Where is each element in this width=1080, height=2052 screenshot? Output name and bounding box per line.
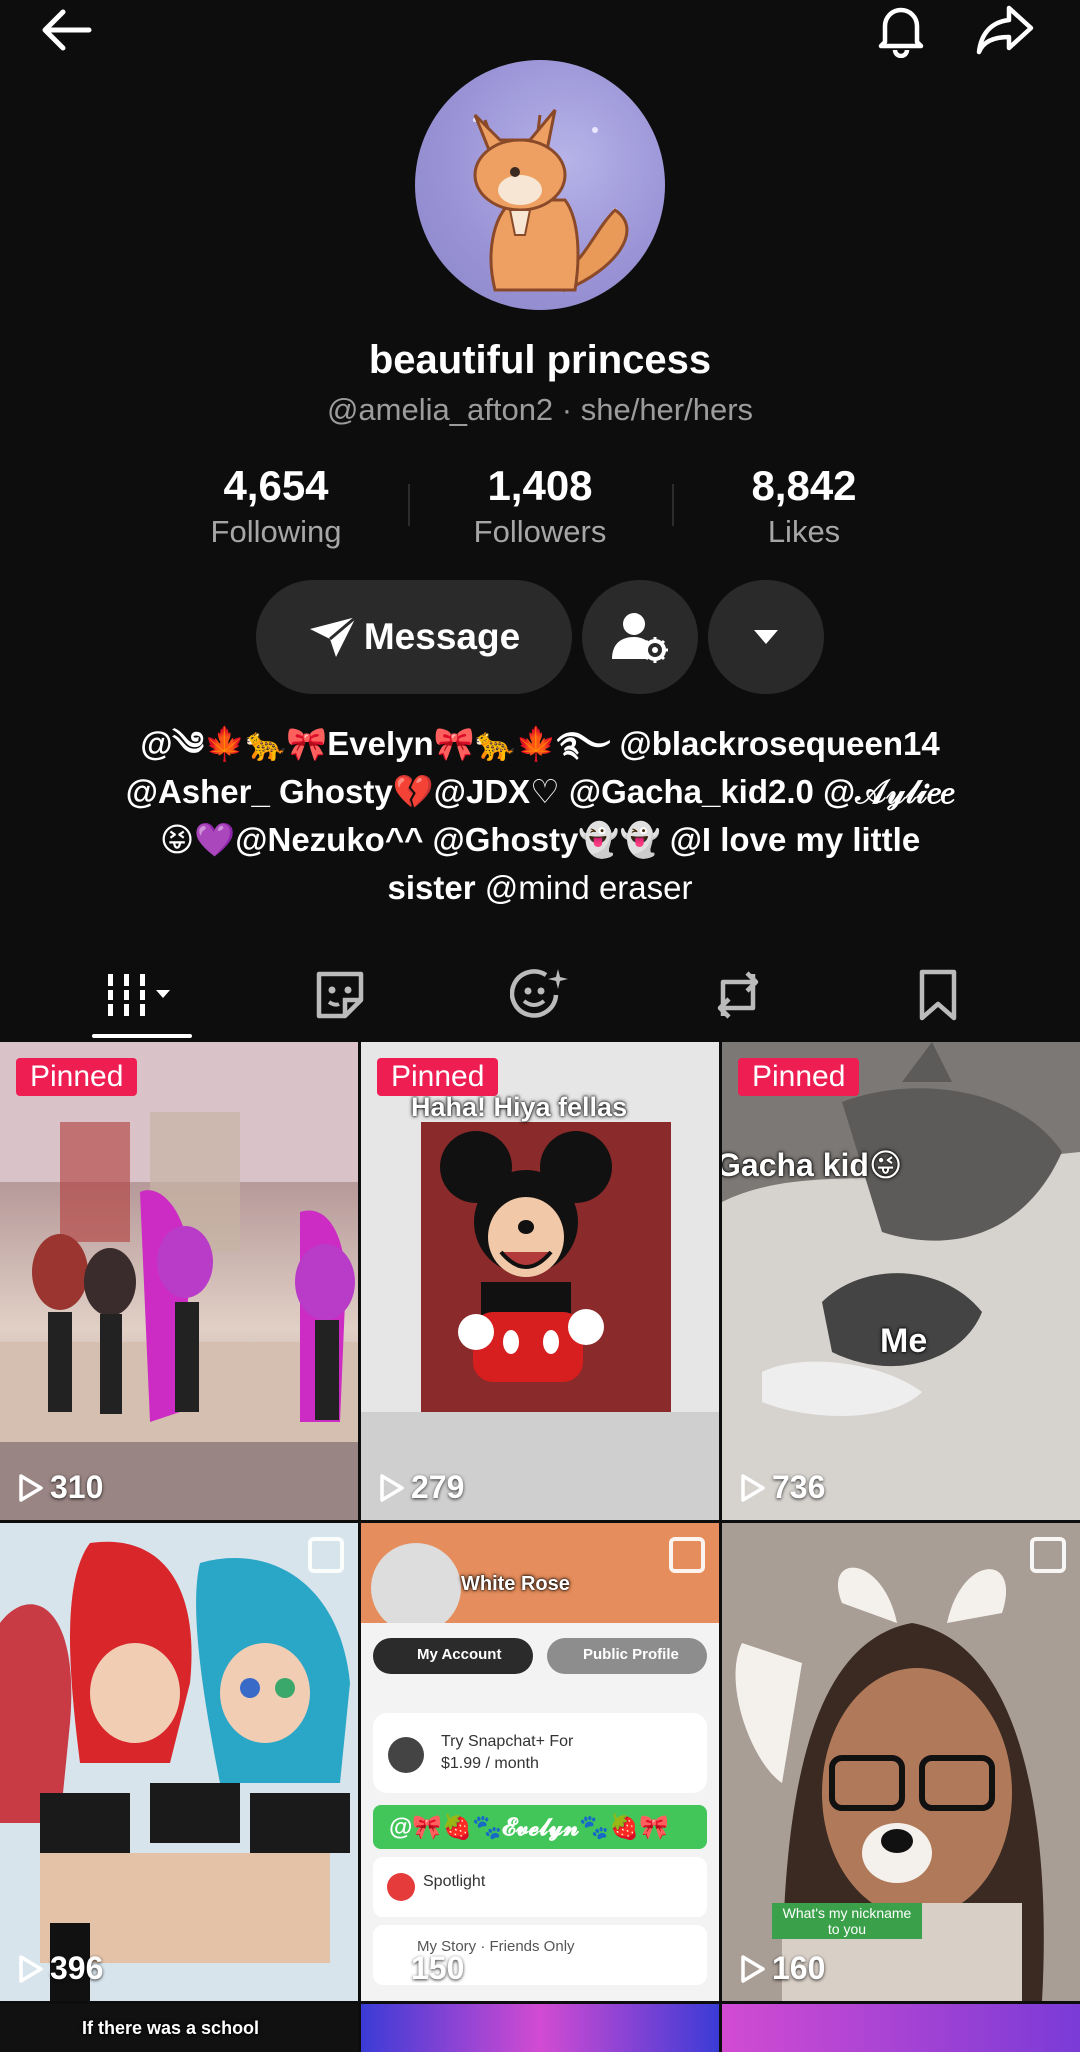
view-count: 310 bbox=[18, 1469, 103, 1506]
video-thumbnail[interactable] bbox=[722, 2004, 1080, 2052]
video-thumbnail[interactable] bbox=[361, 2004, 719, 2052]
gacha-characters-image bbox=[0, 1523, 358, 2001]
profile-actions: Message bbox=[0, 580, 1080, 695]
display-name: beautiful princess bbox=[368, 338, 712, 382]
video-thumbnail[interactable]: What's my nickname to you 160 bbox=[722, 1523, 1080, 2001]
followers-stat[interactable]: 1,408 Followers bbox=[420, 462, 660, 550]
view-count-value: 160 bbox=[772, 1950, 826, 1986]
caret-down-icon bbox=[754, 630, 778, 644]
send-plane-icon bbox=[309, 615, 357, 657]
view-count: 160 bbox=[740, 1950, 825, 1987]
view-count: 279 bbox=[379, 1469, 464, 1506]
pinned-badge: Pinned bbox=[16, 1058, 138, 1096]
video-thumbnail[interactable]: 396 bbox=[0, 1523, 358, 2001]
cat-photo-image bbox=[722, 1042, 1080, 1520]
more-options-dropdown-button[interactable] bbox=[708, 580, 824, 694]
profile-tabs bbox=[0, 950, 1080, 1040]
video-caption: Haha! Hiya fellas bbox=[411, 1092, 628, 1122]
fox-drawing-avatar-image bbox=[473, 109, 629, 293]
tab-liked[interactable] bbox=[470, 950, 610, 1040]
share-arrow-icon bbox=[976, 5, 1034, 55]
back-button[interactable] bbox=[30, 0, 100, 60]
tab-saved[interactable] bbox=[868, 950, 1008, 1040]
view-count-value: 150 bbox=[411, 1950, 465, 1986]
tab-reposts[interactable] bbox=[668, 950, 808, 1040]
bio-line: sister @mind eraser bbox=[60, 864, 1020, 912]
share-button[interactable] bbox=[970, 0, 1040, 60]
tab-favorites[interactable] bbox=[270, 950, 410, 1040]
top-bar bbox=[0, 0, 1080, 60]
grid-columns-icon bbox=[108, 974, 170, 1016]
view-count: 736 bbox=[740, 1469, 825, 1506]
view-count-value: 279 bbox=[411, 1469, 465, 1505]
message-button-label: Message bbox=[363, 616, 521, 657]
play-outline-icon bbox=[19, 1954, 43, 1983]
view-count: 396 bbox=[18, 1950, 103, 1987]
bio-line: 😝💜@Nezuko^^ @Ghosty👻👻 @I love my little bbox=[159, 821, 921, 858]
likes-count: 8,842 bbox=[751, 462, 857, 509]
bookmark-icon bbox=[919, 969, 957, 1021]
bio-mention: @mind eraser bbox=[475, 869, 693, 906]
likes-stat[interactable]: 8,842 Likes bbox=[684, 462, 924, 550]
profile-card-title: White Rose bbox=[461, 1573, 570, 1595]
view-count-value: 736 bbox=[772, 1469, 826, 1505]
view-count-value: 310 bbox=[50, 1469, 104, 1505]
promo-price: $1.99 / month bbox=[441, 1755, 539, 1772]
arrow-left-icon bbox=[42, 9, 92, 51]
play-outline-icon bbox=[380, 1473, 404, 1502]
friend-settings-button[interactable] bbox=[582, 580, 698, 694]
sticker-face-icon bbox=[316, 971, 364, 1019]
following-stat[interactable]: 4,654 Following bbox=[156, 462, 396, 550]
user-gear-icon bbox=[612, 613, 668, 663]
spotlight-label: Spotlight bbox=[423, 1873, 486, 1890]
play-outline-icon bbox=[741, 1473, 765, 1502]
video-caption: Gacha kid😜 bbox=[722, 1147, 903, 1183]
tab-videos[interactable] bbox=[72, 950, 212, 1040]
pinned-badge: Pinned bbox=[738, 1058, 860, 1096]
video-thumbnail[interactable]: Gacha kid😜 Me Pinned 736 bbox=[722, 1042, 1080, 1520]
repost-arrows-icon bbox=[717, 971, 759, 1019]
view-count-value: 396 bbox=[50, 1950, 104, 1986]
video-caption: If there was a school bbox=[82, 2018, 260, 2038]
name-banner: @🎀🍓🐾𝓔𝓿𝓮𝓵𝔂𝓷🐾🍓🎀 bbox=[389, 1814, 669, 1841]
bio-bold-text: sister bbox=[387, 869, 476, 906]
stat-divider bbox=[408, 484, 410, 526]
video-thumbnail[interactable]: If there was a school bbox=[0, 2004, 358, 2052]
followers-label: Followers bbox=[473, 514, 607, 549]
stat-divider bbox=[672, 484, 674, 526]
followers-count: 1,408 bbox=[487, 462, 593, 509]
video-caption: Me bbox=[880, 1322, 928, 1360]
bio-line: @༄🍁🐆🎀Evelyn🎀🐆🍁࿐ @blackrosequeen14 bbox=[140, 725, 940, 762]
notification-bell-button[interactable] bbox=[866, 0, 936, 60]
message-button[interactable]: Message bbox=[256, 580, 572, 694]
bio-line: @Asher_ Ghosty💔@JDX♡ @Gacha_kid2.0 @𝒜𝓎𝓁𝒾… bbox=[125, 773, 955, 810]
play-outline-icon bbox=[741, 1954, 765, 1983]
multi-photo-icon bbox=[308, 1537, 344, 1573]
nickname-question-sticker: What's my nickname to you bbox=[772, 1903, 922, 1939]
bio: @༄🍁🐆🎀Evelyn🎀🐆🍁࿐ @blackrosequeen14 @Asher… bbox=[60, 720, 1020, 912]
username-pronouns: @amelia_afton2 · she/her/hers bbox=[326, 392, 754, 427]
video-thumbnail[interactable]: Pinned 310 bbox=[0, 1042, 358, 1520]
video-thumbnail[interactable]: White Rose My Account Public Profile Try… bbox=[361, 1523, 719, 2001]
play-outline-icon bbox=[19, 1473, 43, 1502]
promo-title: Try Snapchat+ For bbox=[441, 1733, 574, 1750]
my-account-tab: My Account bbox=[417, 1646, 502, 1663]
following-label: Following bbox=[210, 514, 342, 549]
video-grid: Pinned 310 Haha! Hiya fellas Pinned 279 … bbox=[0, 1042, 1080, 2052]
multi-photo-icon bbox=[1030, 1537, 1066, 1573]
following-count: 4,654 bbox=[223, 462, 329, 509]
bell-icon bbox=[878, 7, 924, 58]
likes-label: Likes bbox=[767, 514, 841, 549]
public-profile-tab: Public Profile bbox=[583, 1646, 679, 1663]
play-outline-icon bbox=[380, 1954, 404, 1983]
active-tab-indicator bbox=[92, 1034, 192, 1038]
multi-photo-icon bbox=[669, 1537, 705, 1573]
sparkle-face-icon bbox=[510, 969, 568, 1018]
view-count: 150 bbox=[379, 1950, 464, 1987]
profile-stats: 4,654 Following 1,408 Followers 8,842 Li… bbox=[0, 462, 1080, 552]
video-thumbnail[interactable]: Haha! Hiya fellas Pinned 279 bbox=[361, 1042, 719, 1520]
pinned-badge: Pinned bbox=[377, 1058, 499, 1096]
gacha-dance-scene-image bbox=[0, 1042, 358, 1520]
avatar[interactable] bbox=[415, 60, 665, 310]
